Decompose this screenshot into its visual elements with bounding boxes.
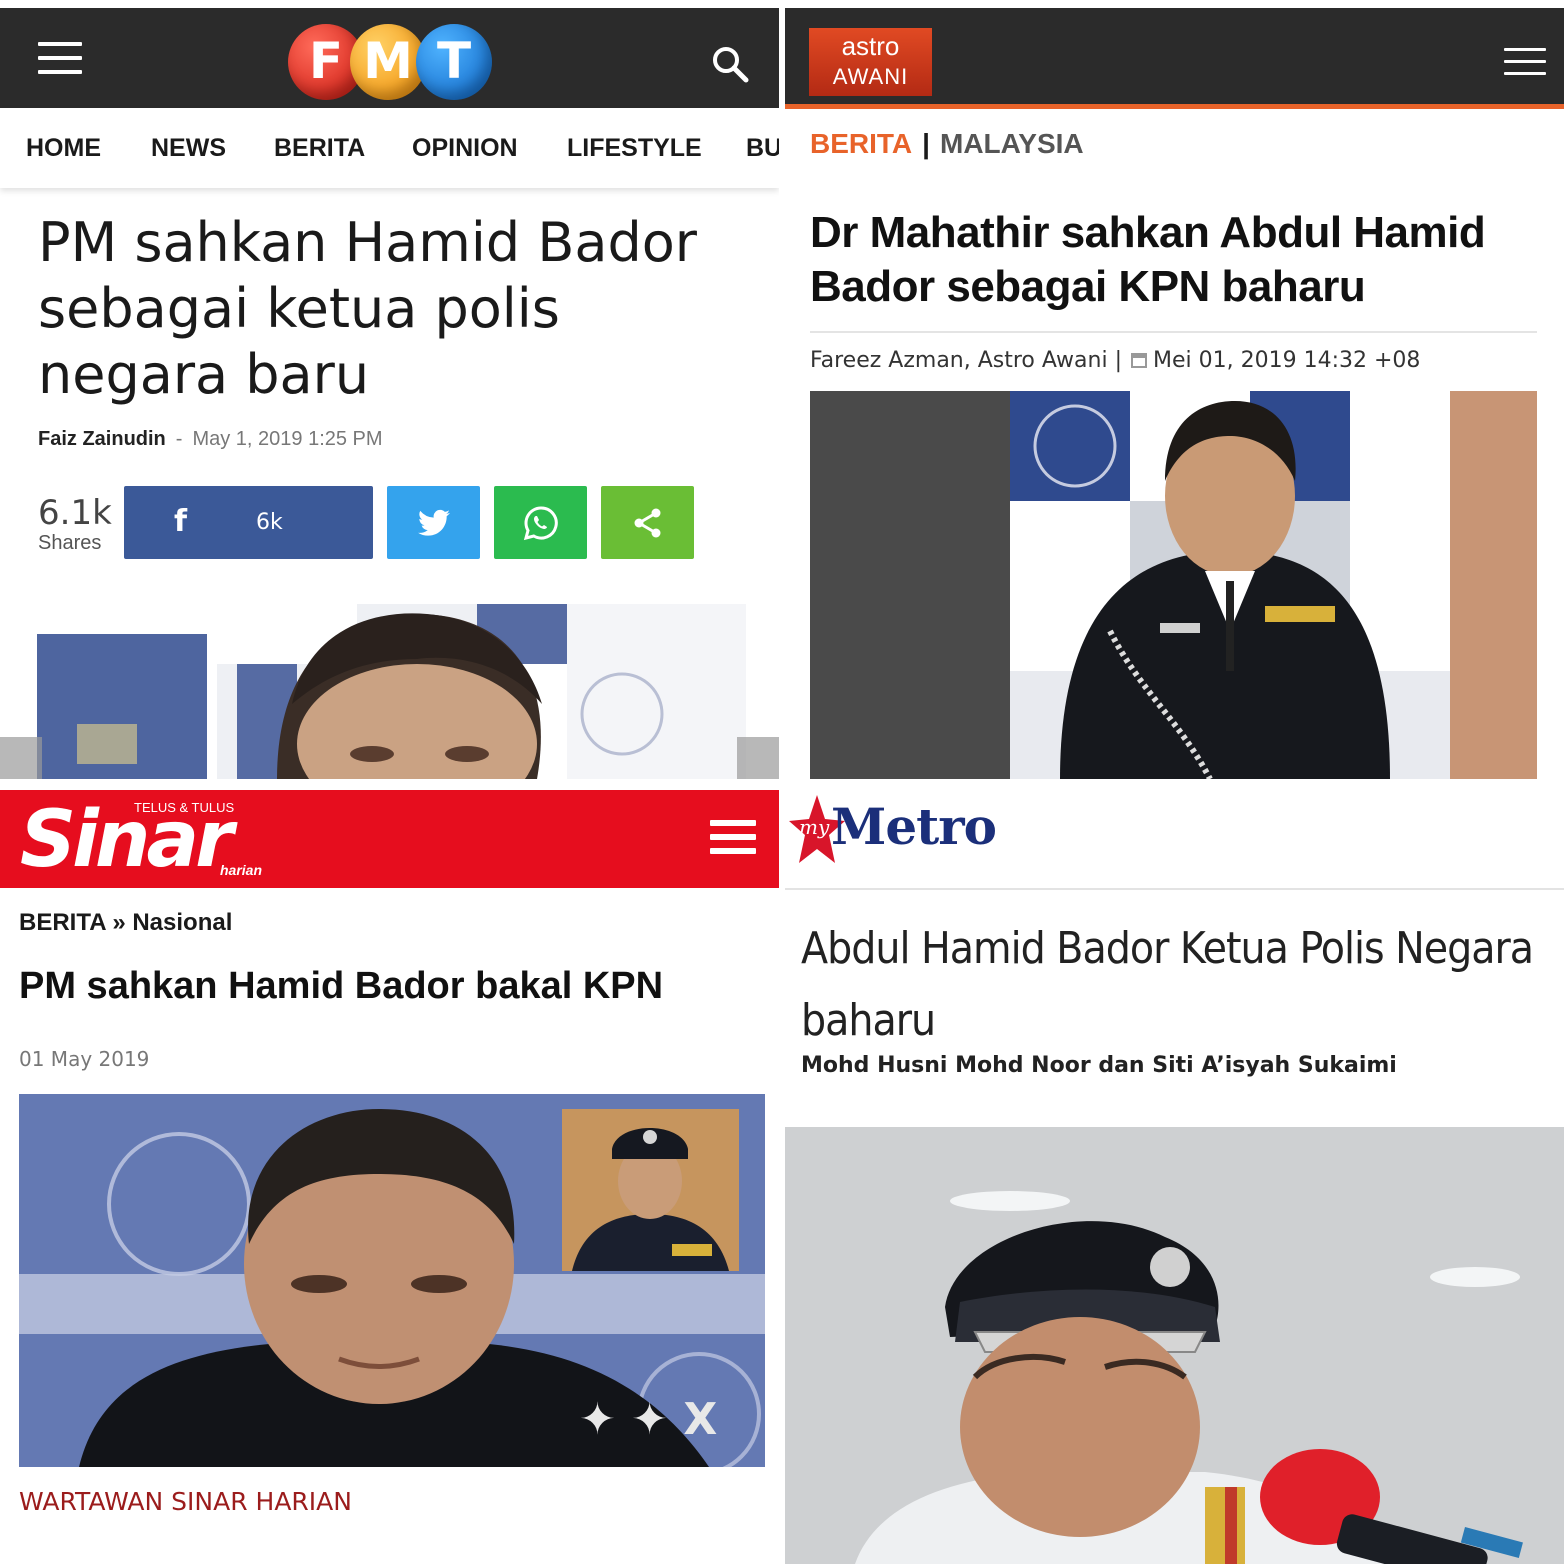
share-count-number: 6.1k	[38, 493, 112, 533]
whatsapp-share-button[interactable]	[494, 486, 587, 559]
carousel-next-button[interactable]	[737, 737, 779, 779]
fmt-panel: F M T HOME NEWS BERITA OPINION LIFESTYLE…	[0, 0, 779, 779]
fmt-logo[interactable]: F M T	[288, 22, 498, 102]
nav-news[interactable]: NEWS	[151, 134, 226, 163]
article-byline: Faiz Zainudin - May 1, 2019 1:25 PM	[38, 428, 383, 451]
publish-date: 01 May 2019	[19, 1047, 150, 1071]
breadcrumb[interactable]: BERITA » Nasional	[19, 909, 232, 937]
metro-logo-word: Metro	[831, 797, 997, 856]
twitter-share-button[interactable]	[387, 486, 480, 559]
byline-separator: -	[175, 428, 183, 450]
nav-home[interactable]: HOME	[26, 134, 101, 163]
inset-photo	[562, 1109, 739, 1271]
nav-berita[interactable]: BERITA	[274, 134, 365, 163]
awani-panel: astro AWANI BERITA | MALAYSIA Dr Mahathir …	[785, 0, 1564, 779]
awani-logo-line2: AWANI	[832, 64, 909, 89]
panel-divider-horizontal	[0, 779, 1564, 785]
awani-header: astro AWANI	[785, 8, 1564, 104]
divider	[810, 331, 1537, 333]
sinar-logo[interactable]: Sinar TELUS & TULUS harian	[20, 792, 300, 886]
share-count: 6.1k Shares	[38, 494, 118, 555]
author-names: Mohd Husni Mohd Noor dan Siti A’isyah Su…	[801, 1053, 1397, 1078]
fmt-logo-letter: T	[416, 24, 492, 100]
fmt-header: F M T	[0, 8, 779, 108]
nav-lifestyle[interactable]: LIFESTYLE	[567, 134, 702, 163]
awani-logo-line1: astro	[841, 31, 900, 61]
nav-opinion[interactable]: OPINION	[412, 134, 518, 163]
publish-date: Mei 01, 2019 14:32 +08	[1152, 348, 1421, 373]
fmt-logo-letter: M	[350, 24, 426, 100]
sinar-panel: Sinar TELUS & TULUS harian BERITA » Nasi…	[0, 785, 779, 1564]
awani-logo[interactable]: astro AWANI	[809, 28, 932, 96]
facebook-share-count: 6k	[256, 510, 283, 535]
header-accent-bar	[785, 104, 1564, 109]
metro-logo-prefix: my	[799, 815, 830, 839]
article-photo	[785, 1127, 1564, 1564]
sinar-logo-tagline: TELUS & TULUS	[134, 800, 235, 815]
facebook-share-button[interactable]: f 6k	[124, 486, 373, 559]
nav-business[interactable]: BU	[746, 134, 779, 163]
publish-date: May 1, 2019 1:25 PM	[192, 428, 383, 450]
carousel-prev-button[interactable]	[0, 737, 42, 779]
menu-icon[interactable]	[710, 820, 756, 854]
article-photo	[37, 604, 746, 779]
article-title: Abdul Hamid Bador Ketua Polis Negara bah…	[801, 923, 1534, 1046]
article-title: PM sahkan Hamid Bador sebagai ketua poli…	[38, 211, 697, 406]
fmt-nav-bar: HOME NEWS BERITA OPINION LIFESTYLE BU	[0, 108, 779, 188]
whatsapp-icon	[523, 505, 558, 540]
breadcrumb-section[interactable]: BERITA	[810, 128, 912, 159]
svg-text:✦ ✦ X: ✦ ✦ X	[579, 1394, 717, 1445]
article-byline: Fareez Azman, Astro Awani | Mei 01, 2019…	[810, 348, 1420, 373]
article-title: Dr Mahathir sahkan Abdul Hamid Bador seb…	[810, 208, 1486, 311]
article-photo	[810, 391, 1537, 779]
twitter-icon	[417, 509, 450, 536]
article-title: PM sahkan Hamid Bador bakal KPN	[19, 965, 664, 1007]
breadcrumb-separator: |	[922, 128, 930, 159]
author-name[interactable]: Faiz Zainudin	[38, 428, 166, 450]
breadcrumb: BERITA | MALAYSIA	[810, 128, 1084, 160]
article-photo: ✦ ✦ X	[19, 1094, 765, 1467]
share-icon	[634, 508, 660, 537]
metro-panel: my Metro Abdul Hamid Bador Ketua Polis N…	[785, 785, 1564, 1564]
menu-icon[interactable]	[38, 42, 82, 74]
calendar-icon	[1130, 353, 1147, 368]
breadcrumb-subsection[interactable]: MALAYSIA	[940, 128, 1084, 159]
menu-icon[interactable]	[1504, 48, 1546, 80]
divider	[785, 888, 1564, 890]
sinar-logo-sub: harian	[220, 862, 263, 878]
search-icon[interactable]	[710, 44, 750, 84]
generic-share-button[interactable]	[601, 486, 694, 559]
sinar-header: Sinar TELUS & TULUS harian	[0, 790, 779, 888]
metro-logo[interactable]: my Metro	[787, 791, 1017, 871]
facebook-icon: f	[174, 504, 188, 539]
author-name[interactable]: WARTAWAN SINAR HARIAN	[19, 1487, 352, 1516]
share-count-label: Shares	[38, 532, 102, 554]
author-name: Fareez Azman, Astro Awani |	[810, 348, 1122, 373]
